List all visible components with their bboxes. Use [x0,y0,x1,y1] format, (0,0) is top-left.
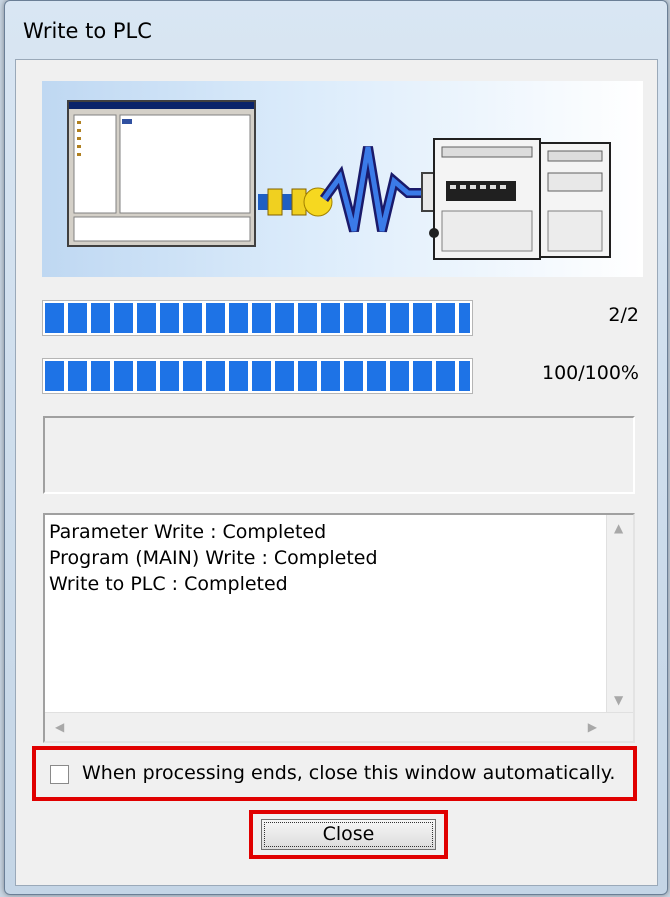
percent-progress-fill [45,361,470,391]
log-line: Write to PLC : Completed [49,573,288,595]
log-lines: Parameter Write : Completed Program (MAI… [49,519,378,597]
log-line: Parameter Write : Completed [49,521,327,543]
scroll-up-icon[interactable]: ▲ [614,521,623,535]
vertical-scrollbar[interactable]: ▲ ▼ [606,515,633,713]
title-bar[interactable]: Write to PLC [5,1,667,59]
result-log[interactable]: Parameter Write : Completed Program (MAI… [43,513,635,743]
close-button[interactable]: Close [261,819,436,850]
transfer-banner-illustration [42,81,643,277]
dialog-body: 2/2 100/100% Parameter Write : Completed… [15,59,658,886]
auto-close-checkbox[interactable] [50,765,69,784]
software-window-icon [67,100,256,247]
status-text-box [43,416,635,494]
cable-connector-icon [258,187,333,217]
focus-ring [264,822,433,847]
write-to-plc-dialog: Write to PLC 2/2 100/100% Parameter Writ… [4,0,668,895]
horizontal-scrollbar[interactable]: ◀ ▶ [45,712,633,741]
close-button-highlight: Close [249,810,448,859]
auto-close-highlight: When processing ends, close this window … [32,746,637,801]
percent-progress-label: 100/100% [542,362,639,384]
scroll-right-icon[interactable]: ▶ [588,720,597,734]
plc-unit-icon [421,138,611,260]
steps-progress-fill [45,303,470,333]
steps-progress-label: 2/2 [608,304,639,326]
steps-progress-bar [42,300,473,336]
percent-progress-bar [42,358,473,394]
scroll-left-icon[interactable]: ◀ [55,720,64,734]
auto-close-label[interactable]: When processing ends, close this window … [82,762,615,784]
log-line: Program (MAIN) Write : Completed [49,547,378,569]
window-title: Write to PLC [23,19,152,43]
scroll-down-icon[interactable]: ▼ [614,693,623,707]
